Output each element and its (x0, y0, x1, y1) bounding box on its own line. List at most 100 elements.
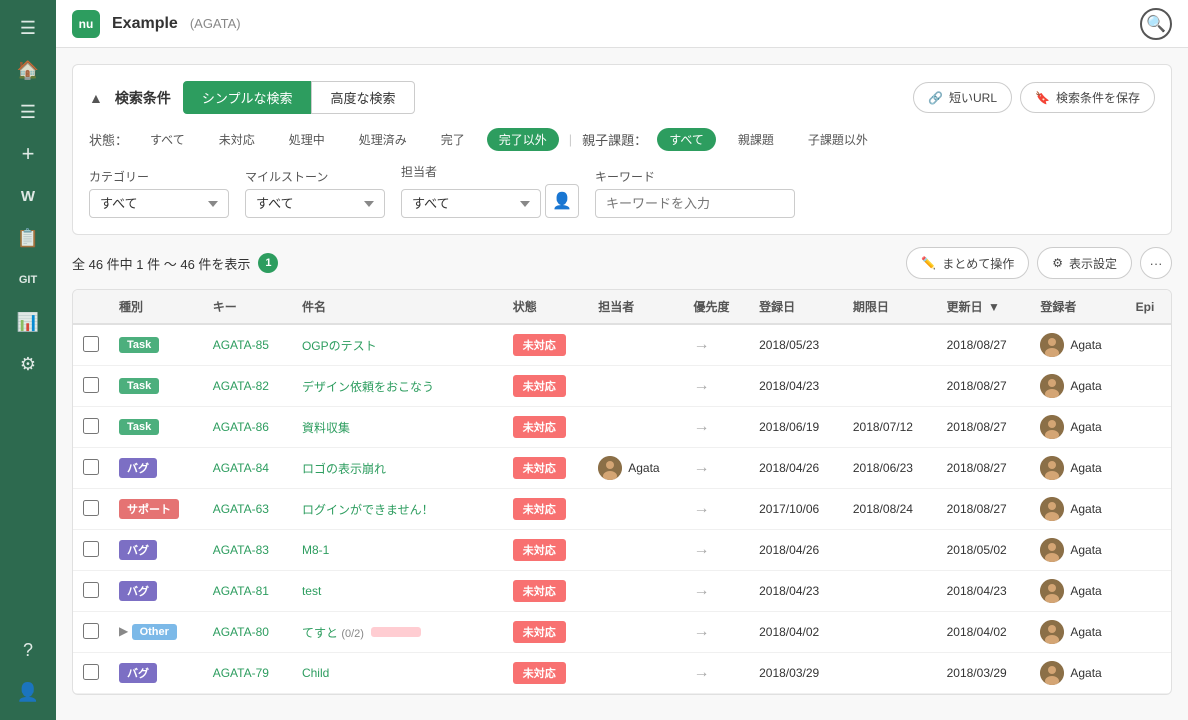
registered-date: 2018/05/23 (749, 324, 843, 366)
col-name: 件名 (292, 290, 503, 324)
assignee-cell (588, 366, 683, 407)
registrar-cell: Agata (1030, 366, 1125, 407)
status-filter-label: 状態： (89, 130, 128, 149)
search-panel: ▲ 検索条件 シンプルな検索 高度な検索 🔗 短いURL 🔖 検索条件を保存 (72, 64, 1172, 235)
registrar-cell: Agata (1030, 407, 1125, 448)
deadline-date (843, 612, 937, 653)
issue-key[interactable]: AGATA-85 (203, 324, 292, 366)
add-icon[interactable]: + (8, 134, 48, 174)
issue-key[interactable]: AGATA-81 (203, 571, 292, 612)
registrar-avatar (1040, 620, 1064, 644)
table-row: バグAGATA-81test未対応→2018/04/232018/04/23 A… (73, 571, 1171, 612)
registered-date: 2018/03/29 (749, 653, 843, 694)
user-icon[interactable]: 👤 (8, 672, 48, 712)
bulk-action-button[interactable]: ✏️ まとめて操作 (906, 247, 1029, 279)
filter-processed[interactable]: 処理済み (347, 128, 419, 151)
registrar-cell: Agata (1030, 489, 1125, 530)
updated-date: 2018/08/27 (937, 489, 1031, 530)
tab-simple-search[interactable]: シンプルな検索 (183, 81, 312, 114)
search-tabs: シンプルな検索 高度な検索 (183, 81, 415, 114)
row-checkbox[interactable] (83, 418, 99, 434)
col-epic: Epi (1126, 290, 1171, 324)
issue-key[interactable]: AGATA-80 (203, 612, 292, 653)
assignee-cell (588, 612, 683, 653)
collapse-search-icon[interactable]: ▲ (89, 90, 103, 106)
filter-unresponded[interactable]: 未対応 (207, 128, 267, 151)
category-select[interactable]: すべて (89, 189, 229, 218)
filter-processing[interactable]: 処理中 (277, 128, 337, 151)
assignee-name: Agata (628, 461, 659, 475)
filter-parent-issue[interactable]: 親課題 (726, 128, 786, 151)
files-icon[interactable]: 📋 (8, 218, 48, 258)
filter-parent-all[interactable]: すべて (657, 128, 716, 151)
row-checkbox[interactable] (83, 336, 99, 352)
issue-type-tag: サポート (119, 499, 179, 519)
issue-name[interactable]: ログインができません！ (292, 489, 503, 530)
row-checkbox[interactable] (83, 541, 99, 557)
issue-key[interactable]: AGATA-82 (203, 366, 292, 407)
row-checkbox[interactable] (83, 582, 99, 598)
keyword-input[interactable] (595, 189, 795, 218)
issue-key[interactable]: AGATA-84 (203, 448, 292, 489)
global-search-button[interactable]: 🔍 (1140, 8, 1172, 40)
short-url-button[interactable]: 🔗 短いURL (913, 82, 1012, 113)
more-options-button[interactable]: ··· (1140, 247, 1172, 279)
status-badge: 未対応 (513, 375, 566, 397)
col-status: 状態 (503, 290, 588, 324)
row-checkbox[interactable] (83, 500, 99, 516)
filter-except-completed[interactable]: 完了以外 (487, 128, 559, 151)
help-icon[interactable]: ? (8, 630, 48, 670)
deadline-date (843, 530, 937, 571)
row-checkbox[interactable] (83, 377, 99, 393)
expand-icon[interactable]: ▶ (119, 624, 128, 638)
issue-key[interactable]: AGATA-83 (203, 530, 292, 571)
assignee-select[interactable]: すべて (401, 189, 541, 218)
git-icon[interactable]: GIT (8, 260, 48, 300)
milestone-select[interactable]: すべて (245, 189, 385, 218)
list-icon[interactable]: ☰ (8, 92, 48, 132)
issue-name[interactable]: ロゴの表示崩れ (292, 448, 503, 489)
priority-icon: → (694, 418, 710, 435)
save-search-button[interactable]: 🔖 検索条件を保存 (1020, 82, 1155, 113)
registered-date: 2018/04/23 (749, 366, 843, 407)
filter-all[interactable]: すべて (138, 128, 197, 151)
wiki-icon[interactable]: W (8, 176, 48, 216)
issue-name[interactable]: test (292, 571, 503, 612)
registrar-avatar (1040, 415, 1064, 439)
registered-date: 2018/04/23 (749, 571, 843, 612)
deadline-date (843, 366, 937, 407)
deadline-date (843, 653, 937, 694)
updated-date: 2018/08/27 (937, 366, 1031, 407)
issue-key[interactable]: AGATA-86 (203, 407, 292, 448)
report-icon[interactable]: 📊 (8, 302, 48, 342)
issue-name[interactable]: デザイン依頼をおこなう (292, 366, 503, 407)
row-checkbox[interactable] (83, 459, 99, 475)
col-deadline: 期限日 (843, 290, 937, 324)
updated-date: 2018/08/27 (937, 448, 1031, 489)
assignee-person-button[interactable]: 👤 (545, 184, 579, 218)
updated-date: 2018/03/29 (937, 653, 1031, 694)
row-checkbox[interactable] (83, 623, 99, 639)
settings-icon[interactable]: ⚙ (8, 344, 48, 384)
result-bar: 全 46 件中 1 件 〜 46 件を表示 1 ✏️ まとめて操作 ⚙ 表示設定… (72, 247, 1172, 279)
row-checkbox[interactable] (83, 664, 99, 680)
table-header: 種別 キー 件名 状態 担当者 優先度 登録日 期限日 更新日 ▼ 登録者 Ep… (73, 290, 1171, 324)
issue-name[interactable]: 資料収集 (292, 407, 503, 448)
issue-key[interactable]: AGATA-63 (203, 489, 292, 530)
issue-name[interactable]: Child (292, 653, 503, 694)
issue-name[interactable]: てすと (0/2) (292, 612, 503, 653)
filter-except-child[interactable]: 子課題以外 (796, 128, 880, 151)
col-type: 種別 (109, 290, 203, 324)
col-updated[interactable]: 更新日 ▼ (937, 290, 1031, 324)
status-badge: 未対応 (513, 621, 566, 643)
home-icon[interactable]: 🏠 (8, 50, 48, 90)
status-badge: 未対応 (513, 457, 566, 479)
issue-name[interactable]: OGPのテスト (292, 324, 503, 366)
issue-key[interactable]: AGATA-79 (203, 653, 292, 694)
display-settings-button[interactable]: ⚙ 表示設定 (1037, 247, 1132, 279)
status-badge: 未対応 (513, 498, 566, 520)
filter-completed[interactable]: 完了 (429, 128, 477, 151)
menu-icon[interactable]: ☰ (8, 8, 48, 48)
issue-name[interactable]: M8-1 (292, 530, 503, 571)
tab-advanced-search[interactable]: 高度な検索 (311, 81, 414, 114)
